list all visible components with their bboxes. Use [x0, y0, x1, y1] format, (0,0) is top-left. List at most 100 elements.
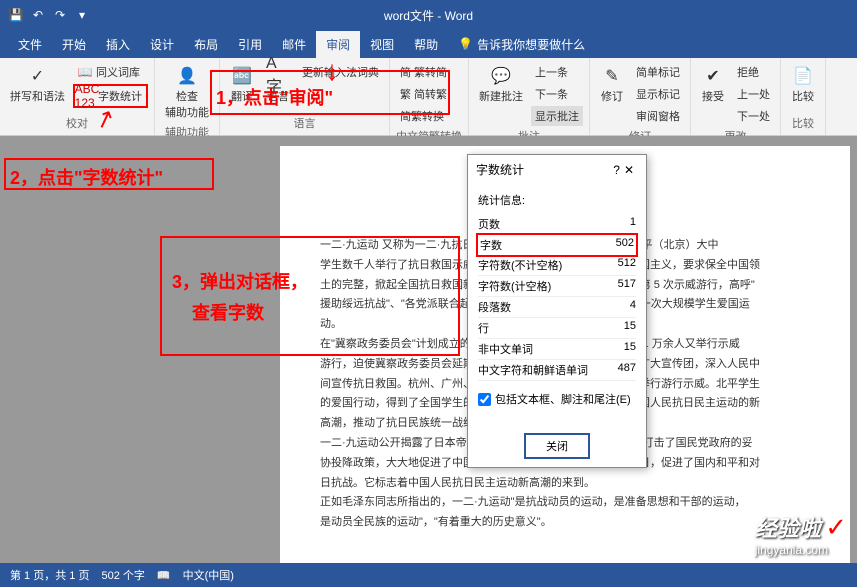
show-markup-label: 显示标记	[636, 86, 680, 102]
annotation-2: 2，点击"字数统计"	[4, 158, 214, 190]
bulb-icon: 💡	[458, 37, 473, 51]
accessibility-label2: 辅助功能	[165, 104, 209, 120]
checkmark-icon: ✓	[825, 512, 847, 542]
dialog-footer: 关闭	[468, 425, 646, 467]
include-checkbox[interactable]: 包括文本框、脚注和尾注(E)	[478, 391, 636, 407]
menu-references[interactable]: 引用	[228, 31, 272, 58]
redo-icon[interactable]: ↷	[52, 7, 68, 23]
watermark-url: jingyanla.com	[755, 543, 847, 557]
group-comments: 💬 新建批注 上一条 下一条 显示批注 批注	[469, 58, 590, 135]
stat-row: 页数1	[478, 214, 636, 235]
book-icon: 📖	[77, 64, 93, 80]
reject-label: 拒绝	[737, 64, 759, 80]
doc-line: 正如毛泽东同志所指出的，一二·九运动"是抗战动员的运动，是准备思想和干部的运动，	[320, 493, 810, 513]
checkbox-input[interactable]	[478, 393, 491, 406]
newcomment-label: 新建批注	[479, 88, 523, 104]
track-button[interactable]: ✎ 修订	[596, 62, 628, 106]
dialog-help[interactable]: ?	[613, 163, 620, 177]
comment-icon: 💬	[489, 64, 513, 88]
wordcount-dialog: 字数统计 ? ✕ 统计信息: 页数1 字数502 字符数(不计空格)512 字符…	[467, 154, 647, 468]
nextcomment-button[interactable]: 下一条	[531, 84, 583, 104]
dialog-body: 统计信息: 页数1 字数502 字符数(不计空格)512 字符数(计空格)517…	[468, 184, 646, 425]
nextcomment-label: 下一条	[535, 86, 568, 102]
menu-insert[interactable]: 插入	[96, 31, 140, 58]
annotation-3-box: 3，弹出对话框， 查看字数	[160, 236, 460, 356]
person-icon: 👤	[175, 64, 199, 88]
group-tracking: ✎ 修订 简单标记 显示标记 审阅窗格 修订	[590, 58, 691, 135]
group-compare-label: 比较	[787, 113, 819, 131]
window-title: word文件 - Word	[384, 7, 473, 24]
dialog-header[interactable]: 字数统计 ? ✕	[468, 155, 646, 184]
stat-row: 段落数4	[478, 297, 636, 318]
tell-me[interactable]: 💡 告诉我你想要做什么	[458, 36, 585, 53]
stat-row: 中文字符和朝鲜语单词487	[478, 360, 636, 381]
prevcomment-button[interactable]: 上一条	[531, 62, 583, 82]
book-icon: 📖	[157, 569, 171, 582]
spelling-label: 拼写和语法	[10, 88, 65, 104]
tell-me-label: 告诉我你想要做什么	[477, 36, 585, 53]
group-language-label: 语言	[226, 113, 383, 131]
markup-mode-label: 简单标记	[636, 64, 680, 80]
group-proofing-label: 校对	[6, 113, 148, 131]
titlebar: 💾 ↶ ↷ ▾ word文件 - Word	[0, 0, 857, 30]
menu-mailings[interactable]: 邮件	[272, 31, 316, 58]
close-icon[interactable]: ✕	[620, 163, 638, 177]
annotation-3b: 查看字数	[192, 299, 488, 325]
menu-layout[interactable]: 布局	[184, 31, 228, 58]
stat-row: 字符数(不计空格)512	[478, 255, 636, 276]
stat-row: 字符数(计空格)517	[478, 276, 636, 297]
accept-button[interactable]: ✔ 接受	[697, 62, 729, 106]
group-proofing: ✓ 拼写和语法 📖 同义词库 ABC123 字数统计 校对	[0, 58, 155, 135]
menu-file[interactable]: 文件	[8, 31, 52, 58]
show-markup[interactable]: 显示标记	[632, 84, 684, 104]
showcomments-label: 显示批注	[535, 108, 579, 124]
review-pane[interactable]: 审阅窗格	[632, 106, 684, 126]
pencil-icon: ✎	[600, 64, 624, 88]
accessibility-button[interactable]: 👤 检查 辅助功能	[161, 62, 213, 122]
prev-change[interactable]: 上一处	[733, 84, 774, 104]
stat-row-wordcount: 字数502	[476, 233, 638, 257]
reject-button[interactable]: 拒绝	[733, 62, 774, 82]
accessibility-label1: 检查	[176, 88, 198, 104]
qat-dropdown-icon[interactable]: ▾	[74, 7, 90, 23]
thesaurus-label: 同义词库	[96, 64, 140, 80]
menu-design[interactable]: 设计	[140, 31, 184, 58]
accept-icon: ✔	[701, 64, 725, 88]
thesaurus-button[interactable]: 📖 同义词库	[73, 62, 148, 82]
statusbar: 第 1 页，共 1 页 502 个字 📖 中文(中国)	[0, 563, 857, 587]
compare-icon: 📄	[791, 64, 815, 88]
newcomment-button[interactable]: 💬 新建批注	[475, 62, 527, 106]
status-words[interactable]: 502 个字	[101, 567, 144, 583]
annotation-1: 1，点击"审阅"	[210, 70, 450, 115]
next-change[interactable]: 下一处	[733, 106, 774, 126]
dialog-title: 字数统计	[476, 161, 613, 178]
prevcomment-label: 上一条	[535, 64, 568, 80]
status-lang[interactable]: 中文(中国)	[183, 567, 234, 583]
spelling-button[interactable]: ✓ 拼写和语法	[6, 62, 69, 106]
compare-button[interactable]: 📄 比较	[787, 62, 819, 106]
menu-view[interactable]: 视图	[360, 31, 404, 58]
doc-line: 日抗战。它标志着中国人民抗日民主运动新高潮的来到。	[320, 474, 810, 494]
group-compare: 📄 比较 比较	[781, 58, 826, 135]
compare-label: 比较	[792, 88, 814, 104]
group-changes: ✔ 接受 拒绝 上一处 下一处 更改	[691, 58, 781, 135]
undo-icon[interactable]: ↶	[30, 7, 46, 23]
close-button[interactable]: 关闭	[524, 433, 590, 459]
prev-change-label: 上一处	[737, 86, 770, 102]
annotation-3a: 3，弹出对话框，	[172, 268, 468, 294]
menu-home[interactable]: 开始	[52, 31, 96, 58]
wordcount-label: 字数统计	[98, 88, 142, 104]
menu-review[interactable]: 审阅	[316, 31, 360, 58]
status-page[interactable]: 第 1 页，共 1 页	[10, 567, 89, 583]
checkbox-label: 包括文本框、脚注和尾注(E)	[495, 391, 631, 407]
save-icon[interactable]: 💾	[8, 7, 24, 23]
menu-help[interactable]: 帮助	[404, 31, 448, 58]
stat-row: 非中文单词15	[478, 339, 636, 360]
count-icon: ABC123	[79, 88, 95, 104]
watermark: 经验啦 ✓ jingyanla.com	[755, 511, 847, 557]
watermark-text: 经验啦	[755, 516, 821, 541]
review-pane-label: 审阅窗格	[636, 108, 680, 124]
markup-mode[interactable]: 简单标记	[632, 62, 684, 82]
accept-label: 接受	[702, 88, 724, 104]
showcomments-button[interactable]: 显示批注	[531, 106, 583, 126]
